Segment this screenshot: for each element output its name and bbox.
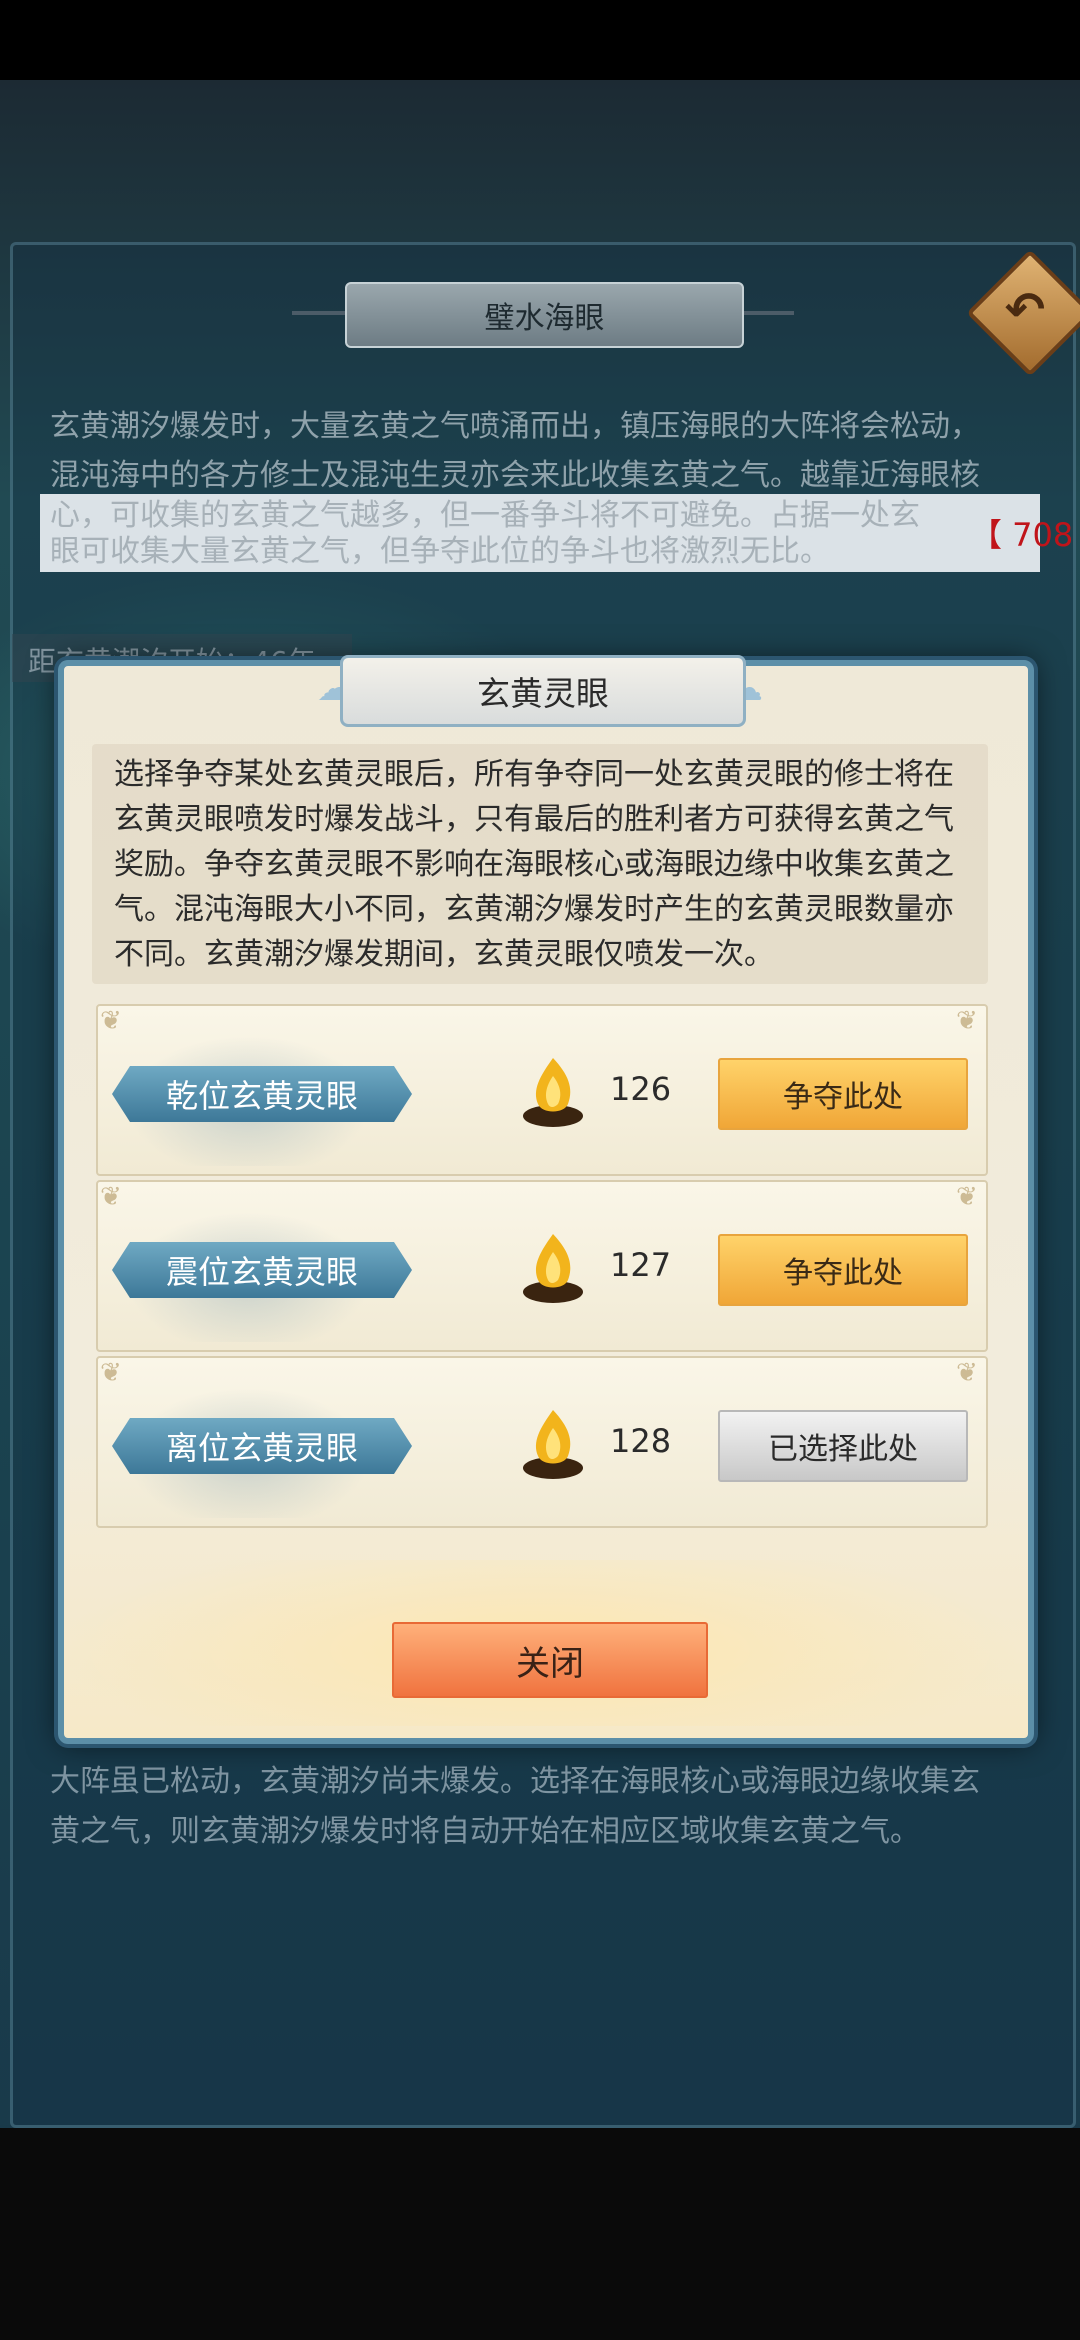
footer-line: 黄之气，则玄黄潮汐爆发时将自动开始在相应区域收集玄黄之气。 xyxy=(50,1814,920,1849)
dialog-description: 选择争夺某处玄黄灵眼后，所有争夺同一处玄黄灵眼的修士将在 玄黄灵眼喷发时爆发战斗… xyxy=(114,752,974,977)
background-description: 玄黄潮汐爆发时，大量玄黄之气喷涌而出，镇压海眼的大阵将会松动， 混沌海中的各方修… xyxy=(50,402,1040,500)
eye-name: 乾位玄黄灵眼 xyxy=(112,1066,412,1122)
footer-line: 大阵虽已松动，玄黄潮汐尚未爆发。选择在海眼核心或海眼边缘收集玄 xyxy=(50,1764,980,1799)
contest-button[interactable]: 争夺此处 xyxy=(718,1058,968,1130)
highlight-line: 心，可收集的玄黄之气越多，但一番争斗将不可避免。占据一处玄 xyxy=(50,498,920,533)
eye-row-qian: ❦ ❦ 乾位玄黄灵眼 126 争夺此处 xyxy=(96,1004,988,1176)
status-bar xyxy=(0,0,1080,80)
navigation-bar xyxy=(0,2128,1080,2340)
contest-button[interactable]: 争夺此处 xyxy=(718,1234,968,1306)
flame-icon xyxy=(523,1058,583,1127)
eye-row-zhen: ❦ ❦ 震位玄黄灵眼 127 争夺此处 xyxy=(96,1180,988,1352)
eye-name: 离位玄黄灵眼 xyxy=(112,1418,412,1474)
corner-ornament-icon: ❦ xyxy=(100,1182,122,1212)
background-highlight-text: 心，可收集的玄黄之气越多，但一番争斗将不可避免。占据一处玄 眼可收集大量玄黄之气… xyxy=(50,498,950,570)
background-description-line: 混沌海中的各方修士及混沌生灵亦会来此收集玄黄之气。越靠近海眼核 xyxy=(50,458,980,493)
title-ornament-left xyxy=(292,311,352,315)
highlight-line: 眼可收集大量玄黄之气，但争夺此位的争斗也将激烈无比。 xyxy=(50,534,830,569)
background-description-line: 玄黄潮汐爆发时，大量玄黄之气喷涌而出，镇压海眼的大阵将会松动， xyxy=(50,409,980,444)
reward-count: 127 xyxy=(610,1246,672,1284)
background-footer: 大阵虽已松动，玄黄潮汐尚未爆发。选择在海眼核心或海眼边缘收集玄 黄之气，则玄黄潮… xyxy=(50,1757,1040,1857)
selected-button[interactable]: 已选择此处 xyxy=(718,1410,968,1482)
dialog-description-line: 奖励。争夺玄黄灵眼不影响在海眼核心或海眼边缘中收集玄黄之 xyxy=(114,847,954,882)
flame-icon xyxy=(523,1410,583,1479)
reward-count: 128 xyxy=(610,1422,672,1460)
dialog-description-line: 不同。玄黄潮汐爆发期间，玄黄灵眼仅喷发一次。 xyxy=(114,937,774,972)
back-arrow-icon[interactable]: ↶ xyxy=(995,280,1055,340)
dialog-description-line: 玄黄灵眼喷发时爆发战斗，只有最后的胜利者方可获得玄黄之气 xyxy=(114,802,954,837)
close-button[interactable]: 关闭 xyxy=(392,1622,708,1698)
eye-name: 震位玄黄灵眼 xyxy=(112,1242,412,1298)
eye-row-li: ❦ ❦ 离位玄黄灵眼 128 已选择此处 xyxy=(96,1356,988,1528)
dialog-description-line: 气。混沌海眼大小不同，玄黄潮汐爆发时产生的玄黄灵眼数量亦 xyxy=(114,892,954,927)
corner-ornament-icon: ❦ xyxy=(956,1182,978,1212)
corner-ornament-icon: ❦ xyxy=(956,1358,978,1388)
highlight-number: 【 708 xyxy=(970,516,1074,554)
reward-count: 126 xyxy=(610,1070,672,1108)
flame-icon xyxy=(523,1234,583,1303)
corner-ornament-icon: ❦ xyxy=(100,1006,122,1036)
background-title: 璧水海眼 xyxy=(345,282,744,348)
corner-ornament-icon: ❦ xyxy=(100,1358,122,1388)
corner-ornament-icon: ❦ xyxy=(956,1006,978,1036)
dialog-title: 玄黄灵眼 xyxy=(340,655,746,727)
dialog-description-line: 选择争夺某处玄黄灵眼后，所有争夺同一处玄黄灵眼的修士将在 xyxy=(114,757,954,792)
